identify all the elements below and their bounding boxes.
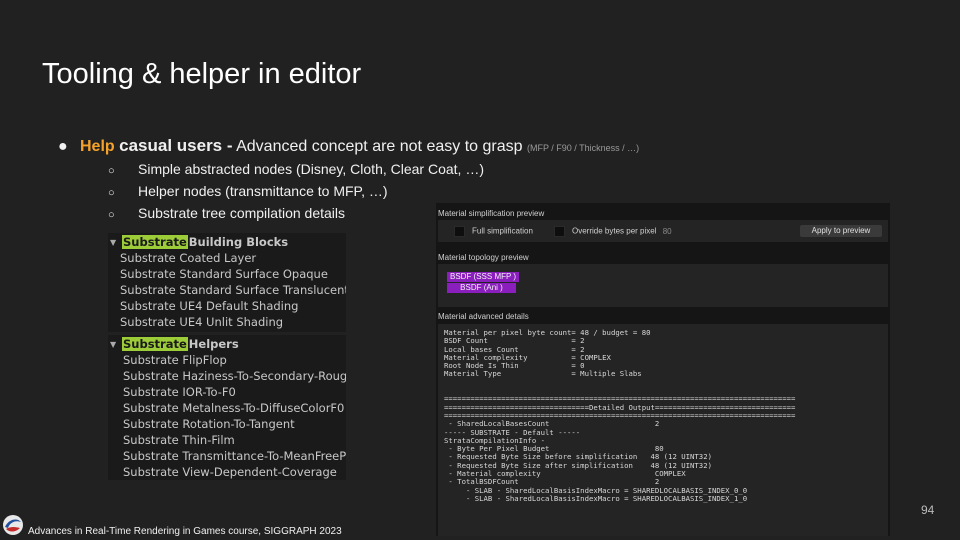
bullet-highlight: Help	[80, 138, 115, 155]
sub-bullet-text: Simple abstracted nodes (Disney, Cloth, …	[138, 161, 484, 177]
sub-bullet: ○ Substrate tree compilation details	[108, 205, 345, 221]
expand-triangle-icon[interactable]: ▼	[110, 238, 122, 247]
sub-bullet-text: Substrate tree compilation details	[138, 205, 345, 221]
palette-item[interactable]: Substrate FlipFlop	[108, 352, 346, 368]
sub-bullet-text: Helper nodes (transmittance to MFP, …)	[138, 183, 388, 199]
simplification-box: Full simplification Override bytes per p…	[438, 220, 888, 242]
page-number: 94	[921, 503, 935, 517]
apply-to-preview-button[interactable]: Apply to preview	[800, 225, 882, 237]
palette-item[interactable]: Substrate Transmittance-To-MeanFreePath	[108, 448, 346, 464]
palette-item[interactable]: Substrate Coated Layer	[108, 250, 346, 266]
palette-item[interactable]: Substrate Metalness-To-DiffuseColorF0	[108, 400, 346, 416]
palette-item[interactable]: Substrate Thin-Film	[108, 432, 346, 448]
slide-title: Tooling & helper in editor	[42, 58, 362, 90]
bullet-bold-text: casual users -	[119, 136, 233, 155]
circle-marker: ○	[108, 165, 115, 177]
palette-item[interactable]: Substrate View-Dependent-Coverage	[108, 464, 346, 480]
category-title: Helpers	[188, 337, 239, 351]
expand-triangle-icon[interactable]: ▼	[110, 340, 122, 349]
main-bullet: ● Help casual users - Advanced concept ar…	[58, 136, 639, 156]
full-simplification-row: Full simplification	[454, 226, 533, 237]
bsdf-node-sss[interactable]: BSDF (SSS MFP )	[447, 272, 520, 282]
palette-item[interactable]: Substrate UE4 Default Shading	[108, 298, 346, 314]
palette-item[interactable]: Substrate Haziness-To-Secondary-Roughn	[108, 368, 346, 384]
category-title: Building Blocks	[188, 235, 289, 249]
topology-section-label: Material topology preview	[438, 253, 529, 262]
circle-marker: ○	[108, 209, 115, 221]
palette-item[interactable]: Substrate IOR-To-F0	[108, 384, 346, 400]
building-blocks-panel: ▼ Substrate Building Blocks Substrate Co…	[108, 233, 346, 332]
palette-item[interactable]: Substrate Rotation-To-Tangent	[108, 416, 346, 432]
palette-item[interactable]: Substrate Standard Surface Opaque	[108, 266, 346, 282]
footer-text: Advances in Real-Time Rendering in Games…	[28, 526, 342, 537]
override-bytes-label: Override bytes per pixel	[572, 226, 657, 236]
sub-bullet: ○ Simple abstracted nodes (Disney, Cloth,…	[108, 161, 484, 177]
category-highlight: Substrate	[122, 235, 188, 249]
building-blocks-header[interactable]: ▼ Substrate Building Blocks	[108, 234, 346, 250]
simplification-section-label: Material simplification preview	[438, 209, 545, 218]
override-bytes-value[interactable]: 80	[663, 227, 672, 236]
bullet-marker: ●	[58, 138, 68, 155]
sub-bullet: ○ Helper nodes (transmittance to MFP, …)	[108, 183, 388, 199]
palette-item[interactable]: Substrate Standard Surface Translucent	[108, 282, 346, 298]
full-simplification-label: Full simplification	[472, 226, 533, 236]
siggraph-logo-icon	[3, 515, 23, 535]
circle-marker: ○	[108, 187, 115, 199]
category-highlight: Substrate	[122, 337, 188, 351]
topology-box: BSDF (SSS MFP ) BSDF (Ani )	[438, 264, 888, 307]
bullet-small-note: (MFP / F90 / Thickness / …)	[526, 143, 640, 153]
helpers-panel: ▼ Substrate Helpers Substrate FlipFlop S…	[108, 335, 346, 480]
override-bytes-checkbox[interactable]	[554, 226, 565, 237]
bsdf-node-ani[interactable]: BSDF (Ani )	[447, 283, 516, 293]
helpers-header[interactable]: ▼ Substrate Helpers	[108, 336, 346, 352]
override-bytes-row: Override bytes per pixel 80	[554, 226, 672, 237]
material-editor-panel: Material simplification preview Full sim…	[436, 203, 890, 536]
palette-item[interactable]: Substrate UE4 Unlit Shading	[108, 314, 346, 330]
compilation-details-text: Material per pixel byte count= 48 / budg…	[444, 328, 796, 503]
advanced-details-box: Material per pixel byte count= 48 / budg…	[438, 324, 888, 536]
bullet-text: Advanced concept are not easy to grasp	[236, 138, 523, 155]
full-simplification-checkbox[interactable]	[454, 226, 465, 237]
advanced-section-label: Material advanced details	[438, 312, 529, 321]
